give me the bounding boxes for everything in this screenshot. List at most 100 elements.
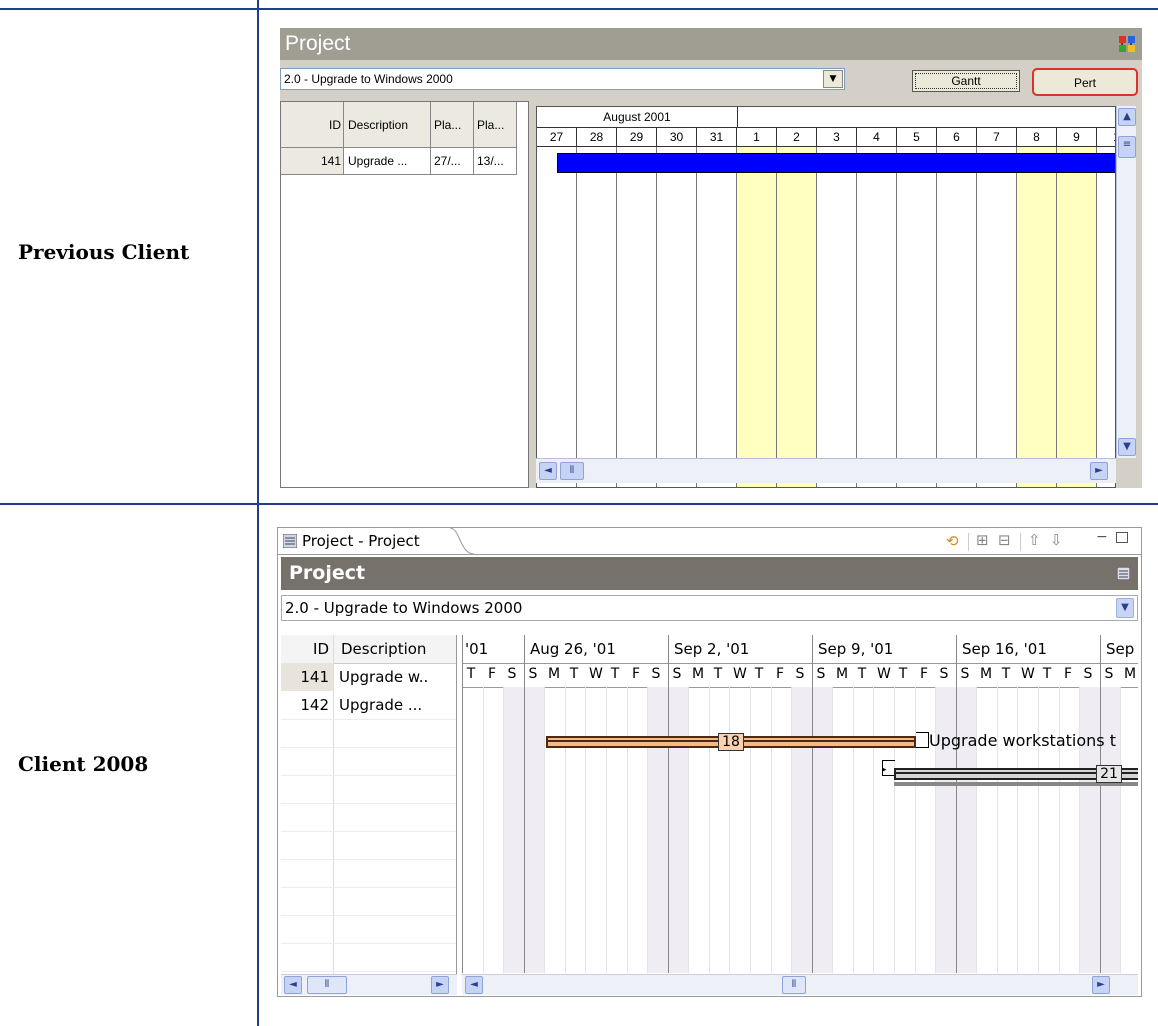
day-column [1017,147,1057,487]
day-column [832,687,853,973]
scroll-right-icon[interactable]: ► [1092,976,1110,994]
tab-curve [450,528,474,555]
panel-title: Project [289,562,366,584]
day-column [462,687,483,973]
table-middle-border [0,503,1158,505]
day-column [729,687,750,973]
minimize-icon[interactable]: − [1096,529,1108,545]
task-grid: ID Description 141 Upgrade w.. 142 Upgra… [281,635,457,993]
table-row-start[interactable]: 27/... [431,148,474,175]
gantt-horizontal-scrollbar[interactable]: ◄ ⦀ ► [462,974,1138,995]
scroll-right-icon[interactable]: ► [1090,462,1108,480]
column-header-description[interactable]: Description [341,635,426,663]
grid-horizontal-scrollbar[interactable]: ◄ ⦀ ► [281,974,457,995]
day-letter: S [1104,666,1114,682]
day-letter: T [466,666,476,682]
project-select-dropdown-button[interactable]: ▼ [823,70,843,88]
scroll-thumb[interactable]: ≡ [1118,136,1136,158]
column-header-description[interactable]: Description [344,102,431,148]
grid-row-line [281,887,456,888]
horizontal-scrollbar[interactable]: ◄ ⦀ ► [536,458,1116,483]
day-column [937,147,977,487]
day-letter: S [528,666,538,682]
day-header: 30 [657,127,697,147]
day-column [1120,687,1138,973]
refresh-icon[interactable]: ⟲ [946,532,959,550]
move-down-icon[interactable]: ⇩ [1050,531,1063,549]
day-column [577,147,617,487]
tab-strip-line [278,554,1141,555]
expand-all-icon[interactable]: ⊞ [976,531,989,549]
day-column [915,687,936,973]
day-column [1059,687,1080,973]
day-column [503,687,524,973]
column-header-planned-start[interactable]: Pla... [431,102,474,148]
day-column [976,687,997,973]
scroll-left-icon[interactable]: ◄ [284,976,302,994]
table-row-description[interactable]: Upgrade ... [344,148,431,175]
day-column [853,687,874,973]
maximize-icon[interactable] [1116,532,1128,543]
tab-project[interactable]: Project - Project [278,528,474,555]
grid-row-line [281,775,456,776]
day-letter: T [1001,666,1011,682]
pert-button[interactable]: Pert [1032,68,1138,96]
day-letter: F [631,666,641,682]
day-column [997,687,1018,973]
table-top-border [0,8,1158,10]
day-header: 8 [1017,127,1057,147]
panel-title-icon[interactable] [1117,567,1130,580]
scroll-left-icon[interactable]: ◄ [465,976,483,994]
scroll-h-thumb[interactable]: ⦀ [560,462,584,480]
gantt-button[interactable]: Gantt [912,70,1020,92]
day-letter: S [939,666,949,682]
column-header-id[interactable]: ID [287,635,329,663]
chevron-down-icon[interactable]: ▼ [1116,598,1134,618]
project-icon[interactable] [1118,35,1136,53]
day-header: 2 [777,127,817,147]
day-letter: M [980,666,993,682]
task-bar[interactable] [557,153,1115,173]
week-header: '01 [465,640,489,658]
week-divider [956,635,957,973]
day-column [709,687,730,973]
column-header-planned-end[interactable]: Pla... [474,102,517,148]
scroll-left-icon[interactable]: ◄ [539,462,557,480]
day-column [1079,687,1100,973]
scroll-right-icon[interactable]: ► [431,976,449,994]
table-row-end[interactable]: 13/... [474,148,517,175]
task-grid: ID Description Pla... Pla... 141 Upgrade… [280,101,529,488]
column-header-id[interactable]: ID [281,102,344,148]
day-header: 3 [817,127,857,147]
day-letter: W [589,666,603,682]
day-letter: T [1042,666,1052,682]
gantt-chart: '01 Aug 26, '01 Sep 2, '01 Sep 9, '01 Se… [462,635,1138,973]
week-divider [812,635,813,973]
day-letter: S [507,666,517,682]
table-row-description[interactable]: Upgrade w.. [339,663,428,691]
grid-column-divider [333,635,334,993]
week-divider [524,635,525,973]
table-row-description[interactable]: Upgrade ... [339,691,422,719]
day-letter: T [610,666,620,682]
day-column [873,687,894,973]
project-select[interactable]: 2.0 - Upgrade to Windows 2000 [280,68,845,90]
vertical-scrollbar[interactable]: ▲ ≡ ▼ [1116,106,1136,458]
table-row-id[interactable]: 142 [287,691,329,719]
collapse-all-icon[interactable]: ⊟ [998,531,1011,549]
scroll-h-thumb[interactable]: ⦀ [307,976,347,994]
week-header: Aug 26, '01 [530,640,616,658]
scroll-up-icon[interactable]: ▲ [1118,108,1136,126]
move-up-icon[interactable]: ⇧ [1028,531,1041,549]
table-row-id[interactable]: 141 [281,148,344,175]
day-letter: T [898,666,908,682]
week-divider [462,635,463,973]
table-column-divider [257,0,259,1026]
day-column [617,147,657,487]
scroll-h-thumb[interactable]: ⦀ [782,976,806,994]
table-row-id[interactable]: 141 [287,663,329,691]
day-header: 5 [897,127,937,147]
project-select[interactable]: 2.0 - Upgrade to Windows 2000 [281,595,1138,621]
day-column [524,687,545,973]
scroll-down-icon[interactable]: ▼ [1118,438,1136,456]
